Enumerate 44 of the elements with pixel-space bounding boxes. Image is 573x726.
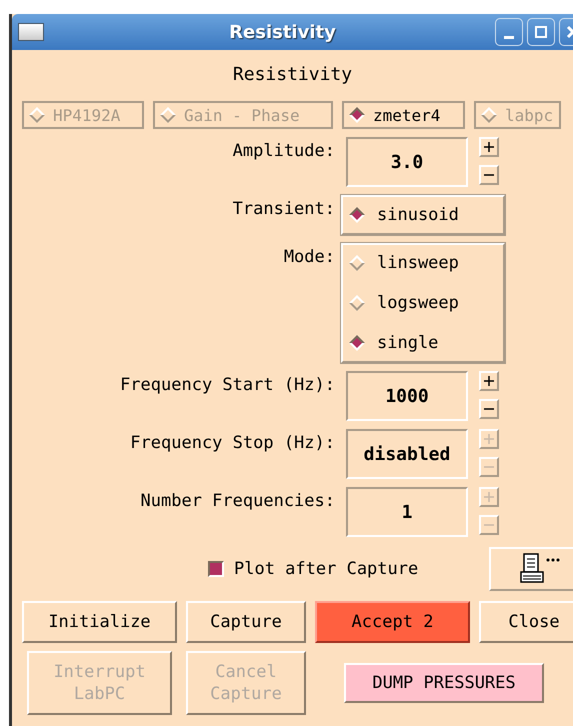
radio-label[interactable]: single <box>377 333 438 353</box>
field-label: Number Frequencies: <box>140 490 335 511</box>
value-field[interactable]: 1 <box>346 487 468 537</box>
decrement-button[interactable] <box>479 165 499 185</box>
instrument-radio[interactable]: zmeter4 <box>342 101 465 129</box>
field-label: Frequency Stop (Hz): <box>129 432 335 453</box>
maximize-button[interactable] <box>527 18 555 46</box>
field-label: Amplitude: <box>232 140 335 161</box>
radio-label[interactable]: linsweep <box>377 253 459 273</box>
field-label: Transient: <box>232 198 335 219</box>
action-button[interactable]: Capture <box>186 601 306 643</box>
increment-button[interactable] <box>479 137 499 157</box>
radio-label[interactable]: logsweep <box>377 293 459 313</box>
decrement-button[interactable] <box>479 399 499 419</box>
checkbox-label[interactable]: Plot after Capture <box>234 559 418 579</box>
instrument-label: Gain - Phase <box>184 106 300 124</box>
value-field[interactable]: 1000 <box>346 371 468 421</box>
window-title: Resistivity <box>228 22 337 42</box>
radio-icon[interactable] <box>347 333 367 353</box>
instrument-label: labpc <box>505 106 554 124</box>
dump-pressures-button[interactable]: DUMP PRESSURES <box>344 663 544 703</box>
value-field[interactable]: 3.0 <box>346 137 468 187</box>
printer-icon <box>520 552 562 586</box>
print-button[interactable] <box>489 547 573 591</box>
value-field[interactable]: disabled <box>346 429 468 479</box>
instrument-label: zmeter4 <box>373 106 440 124</box>
radio-icon[interactable] <box>347 205 367 225</box>
action-button[interactable]: Initialize <box>22 601 177 643</box>
increment-button[interactable] <box>479 371 499 391</box>
window-menu-icon[interactable] <box>18 23 44 41</box>
checkbox[interactable] <box>208 561 224 577</box>
panel-heading: Resistivity <box>232 64 354 85</box>
minimize-button[interactable] <box>495 18 523 46</box>
action-button[interactable]: Close <box>479 601 573 643</box>
field-label: Frequency Start (Hz): <box>119 374 335 395</box>
field-label: Mode: <box>282 246 335 267</box>
radio-icon[interactable] <box>347 293 367 313</box>
radio-label[interactable]: sinusoid <box>377 205 459 225</box>
maximize-icon <box>534 25 548 39</box>
instrument-label: HP4192A <box>53 106 120 124</box>
radio-icon[interactable] <box>347 253 367 273</box>
radio-icon[interactable] <box>347 105 367 125</box>
action-button[interactable]: Accept 2 <box>315 601 470 643</box>
minimize-icon <box>504 36 514 38</box>
